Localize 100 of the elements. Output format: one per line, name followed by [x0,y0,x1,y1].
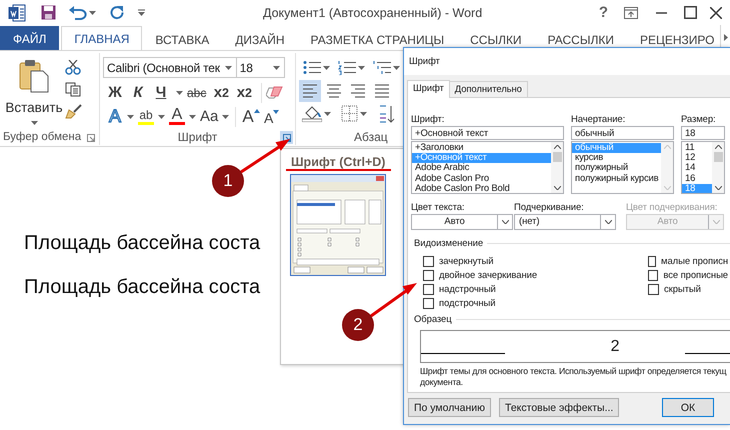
caret-icon [89,10,96,14]
ribbon-tab[interactable]: РАЗМЕТКА СТРАНИЦЫ [298,27,458,50]
list-item[interactable]: полужирный [572,163,661,174]
customize-icon[interactable] [138,9,145,16]
maximize-icon[interactable] [684,6,697,19]
ribbon-tab[interactable]: ССЫЛКИ [457,27,535,50]
ribbon-display-icon[interactable] [624,6,638,18]
bold-button[interactable]: Ж [105,82,125,102]
launcher-icon[interactable] [282,134,290,142]
preview-text: 2 [610,338,620,356]
caret-icon [324,112,331,116]
input-field[interactable]: 18 [681,126,725,140]
align-left-icon [301,82,319,100]
dialog-button[interactable]: Текстовые эффекты... [499,398,620,417]
list-item[interactable]: 12 [682,153,712,164]
numbering-icon[interactable] [338,60,356,75]
list-item[interactable]: 11 [682,143,712,154]
checkbox[interactable] [648,284,659,294]
input-field[interactable]: +Основной текст [411,126,564,140]
redo-icon[interactable] [110,5,124,20]
italic-button[interactable]: К [128,82,148,102]
close-icon[interactable] [710,6,722,18]
highlight-button[interactable]: ab [136,106,156,126]
align-justify-icon [373,82,391,100]
caret-icon [30,121,38,125]
bullets-icon[interactable] [303,60,321,75]
undo-icon[interactable] [69,6,87,20]
borders-icon[interactable] [341,105,358,122]
list-box[interactable]: +Заголовки +Основной текст Adobe Arabic Adobe Caslon Pro Adobe Caslon Pro Bold [411,141,564,194]
list-item[interactable]: +Заголовки [412,143,551,154]
format-painter-icon[interactable] [65,104,82,119]
eraser-icon[interactable] [266,84,284,100]
checkbox-label: подстрочный [439,298,496,308]
caret-icon [360,112,367,116]
scroll-up-icon[interactable] [554,145,560,149]
caret-right-icon [724,34,728,40]
shading-icon[interactable] [302,105,322,122]
scroll-right-button[interactable] [720,25,730,49]
list-item[interactable]: 16 [682,174,712,184]
checkbox-label: малые прописн [661,256,728,266]
sort-icon[interactable] [379,104,395,122]
file-tab[interactable]: ФАЙЛ [0,26,60,50]
align-center-icon [325,82,343,100]
save-icon[interactable] [41,5,56,20]
paste-button[interactable]: Вставить [3,56,65,128]
copy-icon[interactable] [65,82,81,97]
checkbox[interactable] [648,256,656,266]
checkbox[interactable] [423,270,434,280]
help-button[interactable]: ? [598,4,608,21]
scroll-thumb[interactable] [552,152,562,162]
dialog-button[interactable]: По умолчанию [408,398,492,417]
checkbox[interactable] [648,270,658,280]
field-label: Размер: [681,113,717,126]
align-left-button[interactable] [299,80,321,102]
ok-button[interactable]: ОК [662,398,714,417]
shrink-font-button[interactable]: A [262,106,282,126]
scroll-up-icon[interactable] [714,145,722,149]
app-icon[interactable] [8,4,26,22]
list-box[interactable]: 11 12 14 16 18 [681,141,725,194]
dialog-tab[interactable]: Шрифт [407,80,450,98]
scroll-thumb[interactable] [714,152,722,162]
down-caret-icon [273,110,280,114]
checkbox[interactable] [423,284,434,294]
caret-icon [393,66,400,70]
multilevel-list-icon[interactable] [373,60,391,75]
dropdown[interactable]: Авто [411,214,513,230]
text-effects-button[interactable]: A [105,106,125,126]
checkbox-label: надстрочный [439,284,496,294]
dialog-title: Шрифт [404,48,730,75]
checkbox[interactable] [423,256,434,266]
list-item[interactable]: полужирный курсив [572,174,661,184]
scroll-down-icon[interactable] [714,186,722,190]
group-label: Буфер обмена [3,130,82,142]
underline-button[interactable]: Ч [151,82,171,102]
list-item[interactable]: курсив [572,153,661,164]
ribbon-tab[interactable]: ДИЗАЙН [222,27,298,50]
grow-font-button[interactable]: A [240,106,262,126]
change-case-button[interactable]: Aa [198,106,220,126]
dropdown[interactable]: (нет) [514,214,616,230]
font-size-field[interactable]: 18 [236,57,285,78]
font-name-field[interactable]: Calibri (Основной тек [103,57,237,78]
caret-icon [323,66,330,70]
list-item[interactable]: Adobe Arabic [412,163,551,174]
clipboard-icon [19,59,49,93]
dialog-tab[interactable]: Дополнительно [448,81,528,97]
ribbon-tab[interactable]: ВСТАВКА [142,27,222,50]
ribbon-tab[interactable]: ГЛАВНАЯ [61,26,142,50]
section-title: Образец [414,314,452,325]
scissors-icon[interactable] [65,60,81,75]
font-color-button[interactable]: A [167,106,187,126]
scroll-down-icon[interactable] [554,186,560,190]
list-item[interactable]: Adobe Caslon Pro [412,174,551,184]
checkbox[interactable] [423,298,434,308]
strikethrough-button[interactable]: abc [185,82,208,102]
list-box[interactable]: обычный курсив полужирный полужирный курсив [571,141,674,194]
input-field[interactable]: обычный [571,126,674,140]
list-item[interactable]: Adobe Caslon Pro Bold [412,184,551,193]
launcher-icon[interactable] [86,134,94,142]
list-item[interactable]: 14 [682,163,712,174]
ribbon-tab[interactable]: РАССЫЛКИ [534,27,627,50]
